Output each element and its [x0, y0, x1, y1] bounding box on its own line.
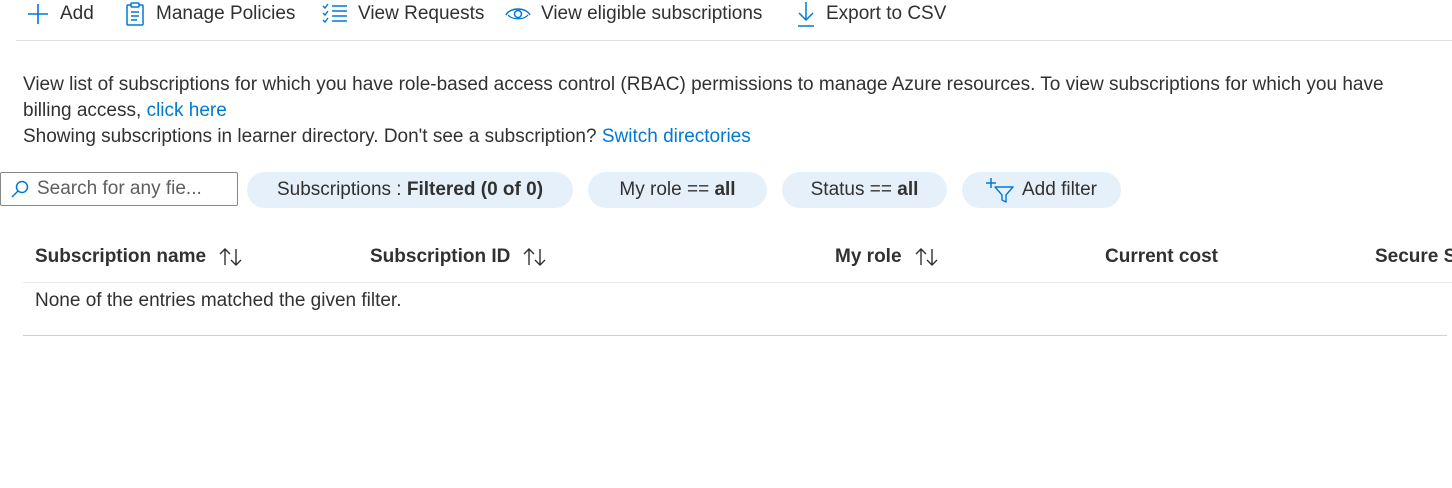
- role-filter-value: all: [714, 179, 736, 200]
- role-filter-label: My role ==: [619, 179, 715, 200]
- description-line2: Showing subscriptions in learner directo…: [23, 126, 602, 147]
- manage-policies-label: Manage Policies: [156, 3, 296, 24]
- column-header-secure-score: Secure S: [1375, 243, 1452, 271]
- add-filter-icon: [986, 178, 1014, 203]
- column-header-current-cost: Current cost: [1105, 243, 1218, 271]
- column-header-subscription-name[interactable]: Subscription name: [35, 243, 244, 271]
- status-filter-label: Status ==: [810, 179, 898, 200]
- download-icon: [798, 2, 814, 27]
- table-header-divider: [23, 282, 1452, 283]
- add-button[interactable]: Add: [26, 0, 94, 28]
- column-header-label: Current cost: [1105, 246, 1218, 267]
- column-header-my-role[interactable]: My role: [835, 243, 940, 271]
- view-eligible-subscriptions-button[interactable]: View eligible subscriptions: [505, 0, 762, 28]
- sort-icon: [915, 248, 938, 266]
- status-filter-pill[interactable]: Status == all: [782, 172, 947, 208]
- search-box: [0, 172, 238, 206]
- eye-icon: [505, 8, 531, 20]
- add-button-label: Add: [60, 3, 94, 24]
- sort-icon: [523, 248, 546, 266]
- export-csv-button[interactable]: Export to CSV: [796, 0, 946, 28]
- add-filter-label: Add filter: [1022, 179, 1097, 200]
- status-filter-value: all: [897, 179, 919, 200]
- billing-access-link[interactable]: click here: [147, 100, 227, 121]
- search-input[interactable]: [37, 178, 227, 200]
- plus-icon: [28, 4, 48, 24]
- manage-policies-button[interactable]: Manage Policies: [124, 0, 295, 28]
- description: View list of subscriptions for which you…: [23, 72, 1433, 150]
- clipboard-icon: [126, 2, 144, 26]
- add-filter-button[interactable]: Add filter: [962, 172, 1121, 208]
- column-header-label: Secure S: [1375, 246, 1452, 267]
- view-eligible-label: View eligible subscriptions: [541, 3, 763, 24]
- export-csv-label: Export to CSV: [826, 3, 947, 24]
- switch-directories-link[interactable]: Switch directories: [602, 126, 751, 147]
- subscriptions-filter-pill[interactable]: Subscriptions : Filtered (0 of 0): [247, 172, 573, 208]
- column-header-subscription-id[interactable]: Subscription ID: [370, 243, 548, 271]
- view-requests-label: View Requests: [358, 3, 485, 24]
- view-requests-button[interactable]: View Requests: [322, 0, 484, 28]
- column-header-label: Subscription name: [35, 246, 207, 267]
- subscriptions-filter-label: Subscriptions :: [276, 179, 407, 200]
- column-header-label: Subscription ID: [370, 246, 511, 267]
- search-icon: [11, 180, 29, 198]
- role-filter-pill[interactable]: My role == all: [588, 172, 767, 208]
- subscriptions-filter-value: Filtered (0 of 0): [406, 179, 544, 200]
- table-bottom-divider: [23, 335, 1447, 336]
- command-bar: Add Manage Policies View Requests View e…: [16, 0, 1452, 41]
- subscriptions-page: Add Manage Policies View Requests View e…: [0, 0, 1452, 488]
- empty-table-message: None of the entries matched the given fi…: [35, 290, 402, 311]
- description-line1: View list of subscriptions for which you…: [23, 74, 1384, 121]
- sort-icon: [219, 248, 242, 266]
- column-header-label: My role: [835, 246, 902, 267]
- checklist-icon: [322, 3, 347, 24]
